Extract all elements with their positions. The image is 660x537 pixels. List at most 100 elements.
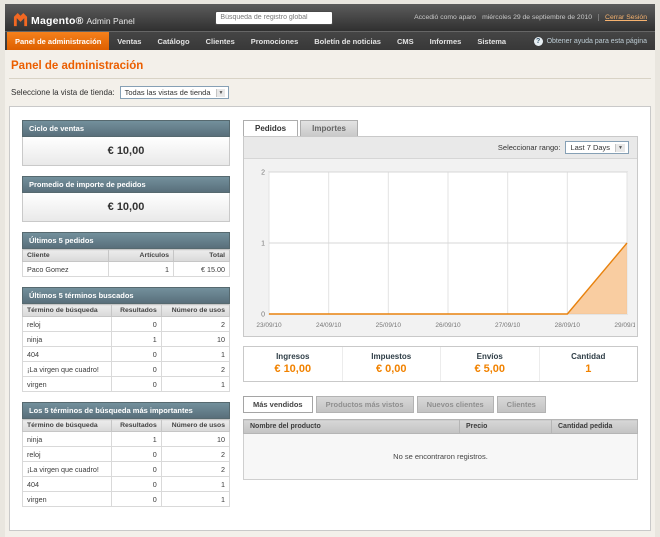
page-help-link[interactable]: ? Obtener ayuda para esta página (526, 32, 655, 50)
main-nav: Panel de administración Ventas Catálogo … (5, 31, 655, 50)
chart-tabs: Pedidos Importes (243, 120, 638, 136)
col-uses: Número de usos (161, 305, 229, 317)
last-orders-table: Cliente Artículos Total Paco Gomez 1 (22, 249, 230, 277)
search-term-row[interactable]: ninja 1 10 (23, 432, 230, 447)
tab-nuevos-clientes[interactable]: Nuevos clientes (417, 396, 494, 413)
last-search-terms-table: Término de búsqueda Resultados Número de… (22, 304, 230, 392)
current-date: miércoles 29 de septiembre de 2010 (482, 14, 592, 21)
orders-chart-panel: Seleccionar rango: Last 7 Days ▼ 01223/0… (243, 136, 638, 337)
col-cliente: Cliente (23, 250, 109, 262)
term: virgen (23, 377, 112, 392)
magento-m-icon (13, 12, 28, 27)
col-results: Resultados (111, 420, 161, 432)
col-term: Término de búsqueda (23, 420, 112, 432)
term-uses: 2 (161, 362, 229, 377)
tab-importes[interactable]: Importes (300, 120, 358, 136)
nav-item-ventas[interactable]: Ventas (109, 32, 149, 50)
dashboard-left-column: Ciclo de ventas € 10,00 Promedio de impo… (22, 120, 230, 517)
term-uses: 10 (161, 432, 229, 447)
orders-chart: 01223/09/1024/09/1025/09/1026/09/1027/09… (244, 159, 637, 336)
logo-wordmark: Magento® (31, 15, 84, 27)
store-view-value: Todas las vistas de tienda (125, 88, 211, 97)
term-results: 0 (111, 362, 161, 377)
order-row[interactable]: Paco Gomez 1 € 15.00 (23, 262, 230, 277)
search-term-row[interactable]: virgen 0 1 (23, 377, 230, 392)
term-uses: 1 (161, 492, 229, 507)
search-term-row[interactable]: ninja 1 10 (23, 332, 230, 347)
orders-area-chart: 01223/09/1024/09/1025/09/1026/09/1027/09… (247, 164, 635, 334)
svg-text:27/09/10: 27/09/10 (495, 322, 521, 329)
range-select[interactable]: Last 7 Days ▼ (565, 141, 629, 154)
order-items: 1 (108, 262, 173, 277)
svg-text:24/09/10: 24/09/10 (316, 322, 342, 329)
range-label: Seleccionar rango: (498, 143, 561, 152)
svg-text:29/09/10: 29/09/10 (614, 322, 635, 329)
tab-clientes[interactable]: Clientes (497, 396, 546, 413)
term-results: 0 (111, 477, 161, 492)
last-orders-title: Últimos 5 pedidos (22, 232, 230, 249)
order-customer: Paco Gomez (23, 262, 109, 277)
term-uses: 1 (161, 477, 229, 492)
nav-item-informes[interactable]: Informes (422, 32, 470, 50)
product-tabs: Más vendidos Productos más vistos Nuevos… (243, 396, 638, 413)
nav-item-dashboard[interactable]: Panel de administración (7, 32, 109, 50)
logged-in-as: Accedió como aparo (414, 14, 476, 21)
stat-envios: Envíos € 5,00 (440, 347, 539, 381)
global-search-input[interactable] (215, 11, 333, 25)
stat-impuestos: Impuestos € 0,00 (342, 347, 441, 381)
search-term-row[interactable]: 404 0 1 (23, 347, 230, 362)
stat-label: Cantidad (542, 352, 636, 361)
stat-label: Envíos (443, 352, 537, 361)
last-search-terms-box: Últimos 5 términos buscados Término de b… (22, 287, 230, 392)
chevron-down-icon: ▼ (615, 144, 625, 152)
nav-item-promociones[interactable]: Promociones (243, 32, 307, 50)
last-search-terms-title: Últimos 5 términos buscados (22, 287, 230, 304)
term-results: 0 (111, 377, 161, 392)
svg-text:0: 0 (261, 312, 265, 319)
lifetime-sales-box: Ciclo de ventas € 10,00 (22, 120, 230, 166)
term-results: 0 (111, 347, 161, 362)
search-term-row[interactable]: ¡La virgen que cuadro! 0 2 (23, 362, 230, 377)
store-view-label: Seleccione la vista de tienda: (11, 88, 115, 97)
svg-text:28/09/10: 28/09/10 (555, 322, 581, 329)
svg-text:2: 2 (261, 170, 265, 177)
range-selector-row: Seleccionar rango: Last 7 Days ▼ (244, 137, 637, 159)
search-term-row[interactable]: reloj 0 2 (23, 317, 230, 332)
search-term-row[interactable]: ¡La virgen que cuadro! 0 2 (23, 462, 230, 477)
col-qty: Cantidad pedida (552, 420, 638, 434)
nav-item-boletin[interactable]: Boletín de noticias (306, 32, 389, 50)
term: ¡La virgen que cuadro! (23, 462, 112, 477)
nav-item-clientes[interactable]: Clientes (198, 32, 243, 50)
magento-logo[interactable]: Magento® Admin Panel (13, 9, 135, 27)
logout-link[interactable]: Cerrar Sesión (598, 14, 647, 21)
term: reloj (23, 317, 112, 332)
lifetime-sales-title: Ciclo de ventas (22, 120, 230, 137)
term: 404 (23, 477, 112, 492)
stat-value: € 5,00 (443, 363, 537, 375)
stat-value: 1 (542, 363, 636, 375)
term: reloj (23, 447, 112, 462)
term-uses: 1 (161, 347, 229, 362)
term-uses: 2 (161, 462, 229, 477)
header-user-area: Accedió como aparo miércoles 29 de septi… (414, 14, 647, 21)
col-term: Término de búsqueda (23, 305, 112, 317)
average-orders-value: € 10,00 (22, 193, 230, 222)
term: virgen (23, 492, 112, 507)
term: 404 (23, 347, 112, 362)
search-term-row[interactable]: 404 0 1 (23, 477, 230, 492)
nav-item-cms[interactable]: CMS (389, 32, 422, 50)
tab-productos-mas-vistos[interactable]: Productos más vistos (316, 396, 414, 413)
search-term-row[interactable]: reloj 0 2 (23, 447, 230, 462)
stat-label: Ingresos (246, 352, 340, 361)
nav-item-catalogo[interactable]: Catálogo (149, 32, 197, 50)
svg-text:1: 1 (261, 241, 265, 248)
search-term-row[interactable]: virgen 0 1 (23, 492, 230, 507)
average-orders-box: Promedio de importe de pedidos € 10,00 (22, 176, 230, 222)
tab-mas-vendidos[interactable]: Más vendidos (243, 396, 313, 413)
nav-item-sistema[interactable]: Sistema (469, 32, 514, 50)
store-view-select[interactable]: Todas las vistas de tienda ▼ (120, 86, 230, 99)
order-total: € 15.00 (174, 262, 230, 277)
help-label: Obtener ayuda para esta página (547, 38, 647, 45)
term-results: 1 (111, 432, 161, 447)
tab-pedidos[interactable]: Pedidos (243, 120, 298, 136)
